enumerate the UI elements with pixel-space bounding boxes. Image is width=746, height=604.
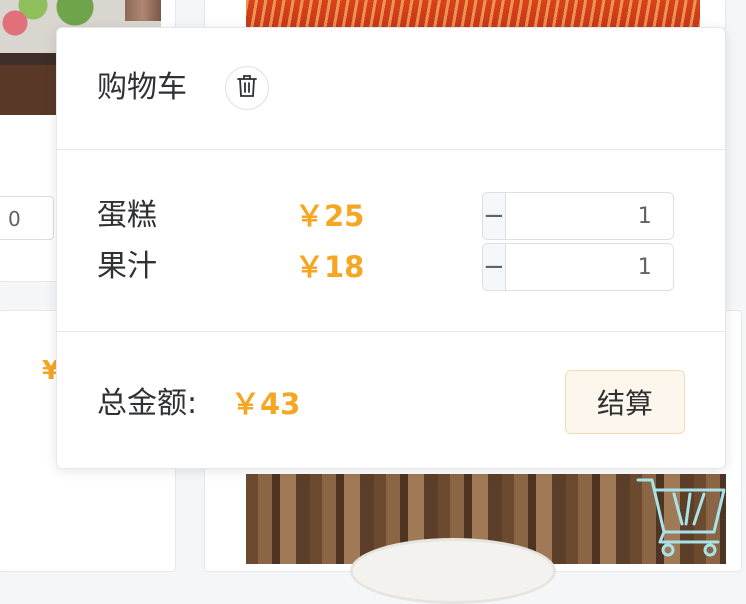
quantity-input[interactable] xyxy=(505,193,673,239)
total-label: 总金额: xyxy=(97,386,198,421)
decrease-button[interactable]: − xyxy=(483,193,506,239)
quantity-stepper: − + xyxy=(482,192,674,240)
clear-cart-button[interactable] xyxy=(225,66,269,110)
cart-item: 果汁 ￥18 − + xyxy=(57,243,725,291)
decrease-button[interactable]: − xyxy=(483,244,506,290)
trash-icon xyxy=(236,74,258,102)
background-quantity-stepper[interactable]: 0 xyxy=(0,196,54,240)
cart-title: 购物车 xyxy=(97,70,187,105)
product-image-edge xyxy=(125,0,161,21)
item-price: ￥18 xyxy=(295,250,365,284)
plate-image xyxy=(350,538,556,604)
cart-item: 蛋糕 ￥25 − + xyxy=(57,192,725,240)
item-name: 果汁 xyxy=(97,249,157,284)
quantity-input[interactable] xyxy=(505,244,673,290)
item-price: ￥25 xyxy=(295,199,365,233)
cart-footer: 总金额: ￥43 结算 xyxy=(57,332,725,470)
pasta-image xyxy=(246,0,700,30)
cart-header: 购物车 xyxy=(57,28,725,150)
quantity-stepper: − + xyxy=(482,243,674,291)
cart-item-list: 蛋糕 ￥25 − + 果汁 ￥18 − + xyxy=(57,150,725,332)
total-amount: ￥43 xyxy=(231,387,301,421)
cart-popover: 购物车 蛋糕 ￥25 − + xyxy=(56,27,726,469)
shopping-cart-icon[interactable] xyxy=(634,470,730,560)
item-name: 蛋糕 xyxy=(97,198,157,233)
checkout-button[interactable]: 结算 xyxy=(565,370,685,434)
